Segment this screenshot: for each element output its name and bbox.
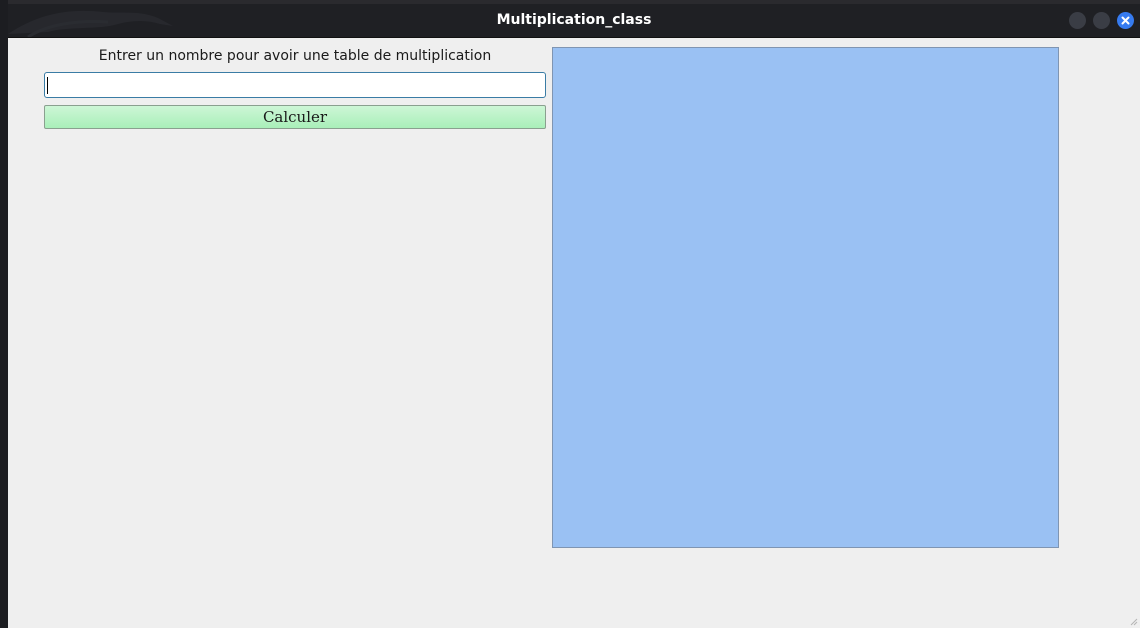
resize-grip-icon[interactable] bbox=[1130, 618, 1138, 626]
number-input[interactable] bbox=[44, 72, 546, 98]
result-panel bbox=[552, 47, 1059, 548]
app-window: Multiplication_class Entrer un nombre po… bbox=[8, 4, 1140, 628]
close-button[interactable] bbox=[1117, 12, 1134, 29]
desktop-background bbox=[0, 0, 8, 628]
minimize-button[interactable] bbox=[1069, 12, 1086, 29]
calculate-button[interactable]: Calculer bbox=[44, 105, 546, 129]
maximize-button[interactable] bbox=[1093, 12, 1110, 29]
window-title: Multiplication_class bbox=[496, 12, 652, 28]
close-icon bbox=[1121, 16, 1130, 25]
title-bar[interactable]: Multiplication_class bbox=[8, 4, 1140, 38]
prompt-label: Entrer un nombre pour avoir une table de… bbox=[98, 48, 492, 64]
text-caret bbox=[47, 77, 48, 94]
